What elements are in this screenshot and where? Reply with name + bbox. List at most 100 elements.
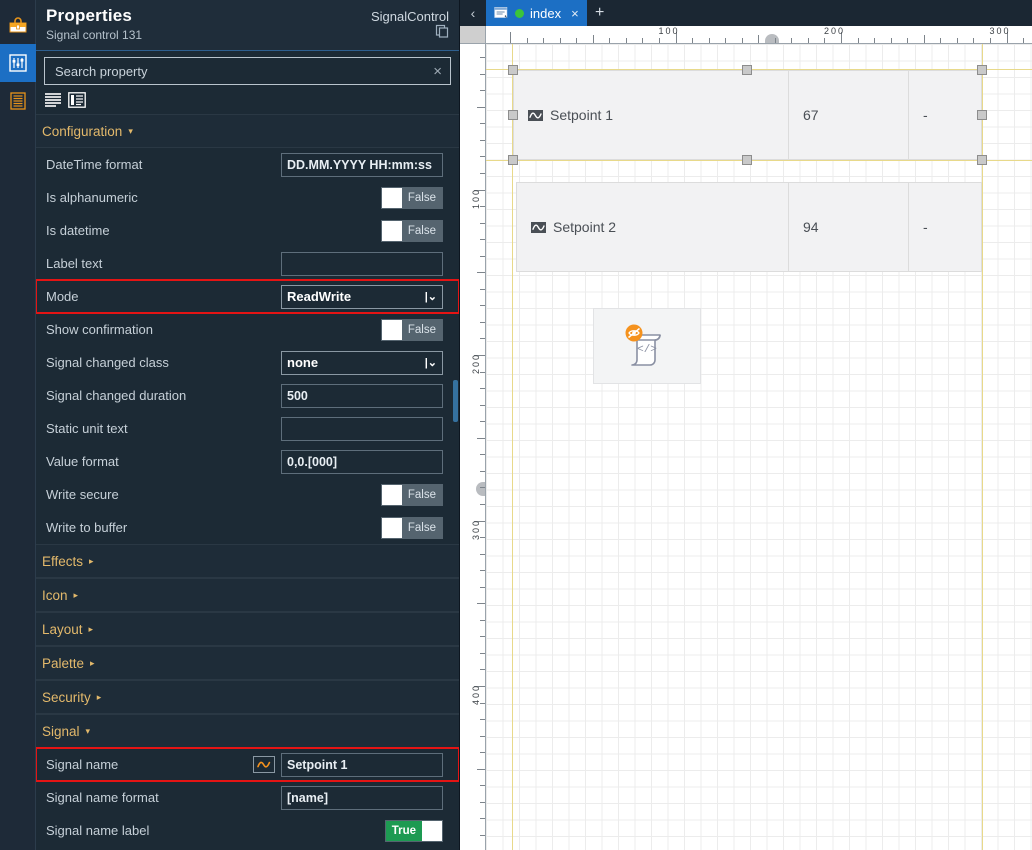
group-header-layout[interactable]: Layout ▸ [36, 612, 459, 646]
properties-list[interactable]: Configuration ▾ DateTime format Is alphanum… [36, 114, 459, 850]
property-label: Static unit text [46, 421, 128, 436]
ruler-tick [956, 38, 958, 43]
resize-handle-nw[interactable] [508, 65, 518, 75]
ruler-tick [480, 90, 485, 92]
property-input-signal-changed-duration[interactable] [281, 383, 443, 408]
property-row-is-alphanumeric[interactable]: Is alphanumeric False [36, 181, 459, 214]
property-toggle-is-alphanumeric[interactable]: False [380, 186, 443, 209]
ruler-tick [609, 38, 611, 43]
add-tab-button[interactable]: + [587, 0, 613, 26]
tab-scroll-left-button[interactable]: ‹ [460, 0, 486, 26]
property-toggle-signal-name-label[interactable]: True [384, 819, 443, 842]
group-header-icon[interactable]: Icon ▸ [36, 578, 459, 612]
property-row-mode[interactable]: Mode ReadWrite |⌄ [36, 279, 459, 314]
property-toggle-write-secure[interactable]: False [380, 483, 443, 506]
page-title: Properties [46, 6, 133, 25]
ruler-tick [480, 619, 485, 621]
property-input-label-text[interactable] [281, 251, 443, 276]
property-row-signal-name-label[interactable]: Signal name label True [36, 814, 459, 847]
ruler-tick [480, 586, 485, 588]
grouped-view-icon[interactable] [68, 92, 86, 108]
widget-1-label: Setpoint 1 [550, 107, 614, 123]
horizontal-ruler[interactable]: 100200300400500 [486, 26, 1032, 44]
ruler-tick [480, 338, 485, 340]
widget-signal-control-1[interactable]: Setpoint 1 67 - [513, 70, 982, 160]
group-header-security[interactable]: Security ▸ [36, 680, 459, 714]
vertical-ruler[interactable]: 100200300400500600700800 [460, 44, 486, 850]
script-widget[interactable]: </> [593, 308, 701, 384]
ruler-tick [480, 652, 485, 654]
toggle-knob [422, 820, 442, 841]
rail-item-structure[interactable] [0, 82, 36, 120]
group-header-signal[interactable]: Signal ▾ [36, 714, 459, 748]
rail-item-properties[interactable] [0, 44, 36, 82]
property-select-mode[interactable]: ReadWrite |⌄ [281, 284, 443, 309]
ruler-tick [576, 38, 578, 43]
property-row-write-secure[interactable]: Write secure False [36, 478, 459, 511]
ruler-tick [477, 603, 485, 605]
rail-item-toolbox[interactable] [0, 6, 36, 44]
chevron-down-icon[interactable]: |⌄ [425, 356, 437, 369]
property-label: DateTime format [46, 157, 143, 172]
resize-handle-se[interactable] [977, 155, 987, 165]
group-header-effects[interactable]: Effects ▸ [36, 544, 459, 578]
ruler-tick [510, 32, 511, 43]
signal-wave-icon[interactable] [253, 756, 275, 773]
group-header-configuration[interactable]: Configuration ▾ [36, 114, 459, 148]
property-input-datetime-format[interactable] [281, 152, 443, 177]
chevron-down-icon: ▾ [85, 725, 91, 736]
property-input-value-format[interactable] [281, 449, 443, 474]
resize-handle-s[interactable] [742, 155, 752, 165]
list-view-icon[interactable] [44, 92, 62, 108]
vertical-scroll-thumb[interactable] [476, 482, 485, 496]
property-row-signal-name-format[interactable]: Signal name format [36, 781, 459, 814]
ruler-tick [480, 702, 485, 704]
property-row-label-text[interactable]: Label text [36, 247, 459, 280]
property-row-write-to-buffer[interactable]: Write to buffer False [36, 511, 459, 544]
ruler-tick [1023, 38, 1025, 43]
group-header-palette[interactable]: Palette ▸ [36, 646, 459, 680]
property-toggle-show-confirmation[interactable]: False [380, 318, 443, 341]
property-select-signal-changed-class[interactable]: none |⌄ [281, 350, 443, 375]
property-row-value-format[interactable]: Value format [36, 445, 459, 478]
ruler-tick [480, 801, 485, 803]
widget-2-unit: - [923, 219, 928, 235]
group-label: Palette [42, 655, 85, 671]
svg-text:</>: </> [637, 344, 657, 356]
search-input[interactable] [53, 62, 428, 80]
property-input-signal-name-format[interactable] [281, 785, 443, 810]
property-row-show-confirmation[interactable]: Show confirmation False [36, 313, 459, 346]
property-row-is-datetime[interactable]: Is datetime False [36, 214, 459, 247]
app-root: Properties SignalControl Signal control … [0, 0, 1032, 850]
property-row-datetime-format[interactable]: DateTime format [36, 148, 459, 181]
property-row-signal-changed-class[interactable]: Signal changed class none |⌄ [36, 346, 459, 379]
resize-handle-w[interactable] [508, 110, 518, 120]
property-input-static-unit-text[interactable] [281, 416, 443, 441]
ruler-tick [480, 172, 485, 174]
design-canvas[interactable]: Setpoint 1 67 - Setpoint 2 94 - </> [486, 44, 1032, 850]
structure-icon [9, 92, 26, 110]
group-label: Signal [42, 723, 80, 739]
property-input-signal-name[interactable] [281, 752, 443, 777]
property-row-signal-name[interactable]: Signal name [36, 747, 459, 782]
resize-handle-n[interactable] [742, 65, 752, 75]
clear-search-icon[interactable]: × [427, 63, 442, 80]
property-row-signal-changed-duration[interactable]: Signal changed duration [36, 379, 459, 412]
resize-handle-e[interactable] [977, 110, 987, 120]
tab-index[interactable]: index × [486, 0, 587, 26]
ruler-label: 300 [989, 26, 1011, 36]
property-toggle-write-to-buffer[interactable]: False [380, 516, 443, 539]
properties-scrollbar-thumb[interactable] [453, 380, 458, 422]
copy-icon[interactable] [435, 24, 449, 43]
tab-close-icon[interactable]: × [571, 6, 579, 21]
property-row-static-unit-text[interactable]: Static unit text [36, 412, 459, 445]
search-box[interactable]: × [44, 57, 451, 85]
widget-signal-control-2[interactable]: Setpoint 2 94 - [516, 182, 982, 272]
property-toggle-is-datetime[interactable]: False [380, 219, 443, 242]
horizontal-scroll-thumb[interactable] [765, 34, 779, 43]
resize-handle-sw[interactable] [508, 155, 518, 165]
property-label: Signal changed class [46, 355, 169, 370]
ruler-tick [973, 38, 975, 43]
chevron-down-icon[interactable]: |⌄ [425, 290, 437, 303]
resize-handle-ne[interactable] [977, 65, 987, 75]
